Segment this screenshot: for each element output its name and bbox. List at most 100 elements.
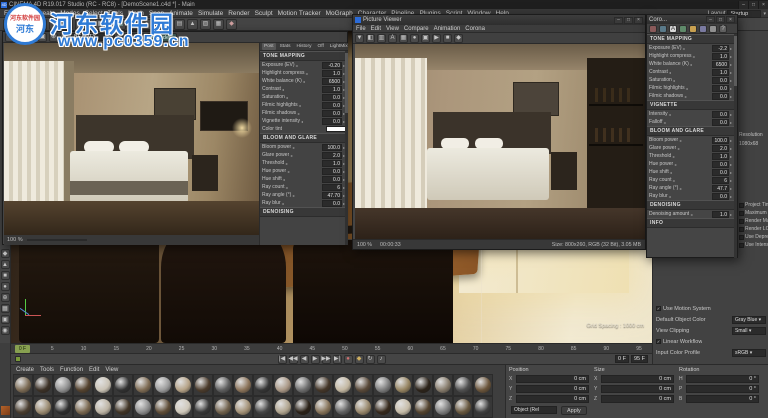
material-swatch[interactable] <box>373 374 393 396</box>
material-swatch[interactable] <box>393 396 413 418</box>
play-icon[interactable]: ▶ <box>310 354 320 364</box>
pv-copy-icon[interactable]: ◧ <box>366 33 375 43</box>
range-start-field[interactable]: 0 F <box>615 355 629 363</box>
scrollbar[interactable] <box>734 34 737 258</box>
stepper-left-icon[interactable]: ◂ <box>664 120 666 125</box>
material-swatch[interactable] <box>193 374 213 396</box>
material-swatch[interactable] <box>253 396 273 418</box>
stepper-left-icon[interactable]: ◂ <box>306 71 308 76</box>
material-swatch[interactable] <box>213 374 233 396</box>
param-value-field[interactable]: 0.0 <box>321 199 342 207</box>
material-swatch[interactable] <box>293 396 313 418</box>
render-view-icon[interactable]: ◧ <box>115 18 126 30</box>
stepper-right-icon[interactable]: ▸ <box>730 54 732 59</box>
pv-compare-icon[interactable]: ▥ <box>377 33 386 43</box>
texture-mode-icon[interactable]: ▨ <box>200 18 211 30</box>
param-value-field[interactable]: 1.0 <box>321 159 342 167</box>
stepper-right-icon[interactable]: ▸ <box>730 186 732 191</box>
pv-menu-corona[interactable]: Corona <box>465 26 485 32</box>
stepper-left-icon[interactable]: ◂ <box>282 87 284 92</box>
rv-tab-off[interactable]: Off <box>315 43 325 50</box>
maximize-button[interactable]: □ <box>716 16 725 23</box>
material-swatch[interactable] <box>233 396 253 418</box>
record-icon[interactable]: ● <box>343 354 353 364</box>
stepper-left-icon[interactable]: ◂ <box>674 162 676 167</box>
stepper-right-icon[interactable]: ▸ <box>730 178 732 183</box>
param-value-field[interactable]: 2.0 <box>711 144 729 152</box>
stepper-left-icon[interactable]: ◂ <box>677 146 679 151</box>
stepper-left-icon[interactable]: ◂ <box>670 170 672 175</box>
menu-edit[interactable]: Edit <box>19 10 30 17</box>
param-value-field[interactable]: 6 <box>711 176 729 184</box>
material-swatch[interactable] <box>253 374 273 396</box>
material-swatch[interactable] <box>233 374 253 396</box>
stepper-left-icon[interactable]: ◂ <box>690 62 692 67</box>
pv-menu-view[interactable]: View <box>386 26 399 32</box>
stepper-left-icon[interactable]: ◂ <box>292 145 294 150</box>
stepper-left-icon[interactable]: ◂ <box>669 194 671 199</box>
material-swatch[interactable] <box>213 396 233 418</box>
stepper-left-icon[interactable]: ◂ <box>287 169 289 174</box>
material-swatch[interactable] <box>393 374 413 396</box>
stepper-right-icon[interactable]: ▸ <box>730 162 732 167</box>
coord-value-field[interactable]: 0 cm <box>601 385 674 393</box>
checkbox[interactable]: ✓ <box>656 306 661 311</box>
stepper-left-icon[interactable]: ◂ <box>301 119 303 124</box>
materials-menu-edit[interactable]: Edit <box>89 367 99 373</box>
material-swatch[interactable] <box>33 396 53 418</box>
param-value-field[interactable]: 1.0 <box>321 69 342 77</box>
param-value-field[interactable]: 0.0 <box>711 160 729 168</box>
menu-sculpt[interactable]: Sculpt <box>255 10 273 17</box>
stepper-right-icon[interactable]: ▸ <box>730 170 732 175</box>
material-swatch[interactable] <box>273 396 293 418</box>
menu-create[interactable]: Create <box>36 10 56 17</box>
loop-icon[interactable]: ↻ <box>365 354 375 364</box>
edges-mode-icon[interactable]: ▲ <box>0 260 10 269</box>
material-swatch[interactable] <box>73 374 93 396</box>
menu-mesh[interactable]: Mesh <box>128 10 144 17</box>
pv-zoom-icon[interactable]: ● <box>410 33 419 43</box>
stepper-right-icon[interactable]: ▸ <box>730 138 732 143</box>
menu-select[interactable]: Select <box>85 10 103 17</box>
prev-frame-icon[interactable]: ◀ <box>299 354 309 364</box>
stepper-right-icon[interactable]: ▸ <box>730 70 732 75</box>
material-swatch[interactable] <box>153 374 173 396</box>
stepper-left-icon[interactable]: ◂ <box>283 177 285 182</box>
stepper-left-icon[interactable]: ◂ <box>286 95 288 100</box>
checkbox[interactable] <box>739 202 744 208</box>
param-value-field[interactable]: 0.0 <box>321 101 342 109</box>
param-value-field[interactable]: 0.0 <box>711 118 729 126</box>
minimize-button[interactable]: – <box>706 16 715 23</box>
stepper-left-icon[interactable]: ◂ <box>296 63 298 68</box>
menu-tools[interactable]: Tools <box>108 10 123 17</box>
pv-menu-file[interactable]: File <box>356 26 366 32</box>
material-swatch[interactable] <box>13 396 33 418</box>
material-swatch[interactable] <box>173 396 193 418</box>
stepper-left-icon[interactable]: ◂ <box>669 70 671 75</box>
axis-mode-icon[interactable]: ⊕ <box>0 293 10 302</box>
stepper-right-icon[interactable]: ▸ <box>730 112 732 117</box>
stepper-left-icon[interactable]: ◂ <box>299 103 301 108</box>
material-swatch[interactable] <box>313 374 333 396</box>
stepper-left-icon[interactable]: ◂ <box>686 86 688 91</box>
corona-titlebar[interactable]: Coro... – □ × <box>647 15 737 24</box>
stepper-left-icon[interactable]: ◂ <box>673 178 675 183</box>
param-value-field[interactable]: -2.2 <box>711 44 729 52</box>
close-button[interactable]: × <box>758 0 768 9</box>
coord-value-field[interactable]: 0 cm <box>516 395 589 403</box>
param-value-field[interactable]: 6 <box>321 183 342 191</box>
rv-tab-post[interactable]: Post <box>262 43 276 50</box>
polygons-mode-icon[interactable]: ■ <box>0 271 10 280</box>
render-settings-icon[interactable]: ● <box>141 18 152 30</box>
checkbox[interactable] <box>739 218 744 224</box>
rotate-icon[interactable]: ↻ <box>75 18 86 30</box>
stepper-left-icon[interactable]: ◂ <box>684 94 686 99</box>
stepper-left-icon[interactable]: ◂ <box>285 161 287 166</box>
stop-button[interactable]: Stop <box>121 32 145 42</box>
material-swatch[interactable] <box>173 374 193 396</box>
param-value-field[interactable]: 0.0 <box>711 168 729 176</box>
cr-post-icon[interactable] <box>699 24 707 33</box>
pv-menu-animation[interactable]: Animation <box>434 26 461 32</box>
dropdown-view-clipping[interactable]: Small ▾ <box>732 326 766 335</box>
material-swatch[interactable] <box>273 374 293 396</box>
